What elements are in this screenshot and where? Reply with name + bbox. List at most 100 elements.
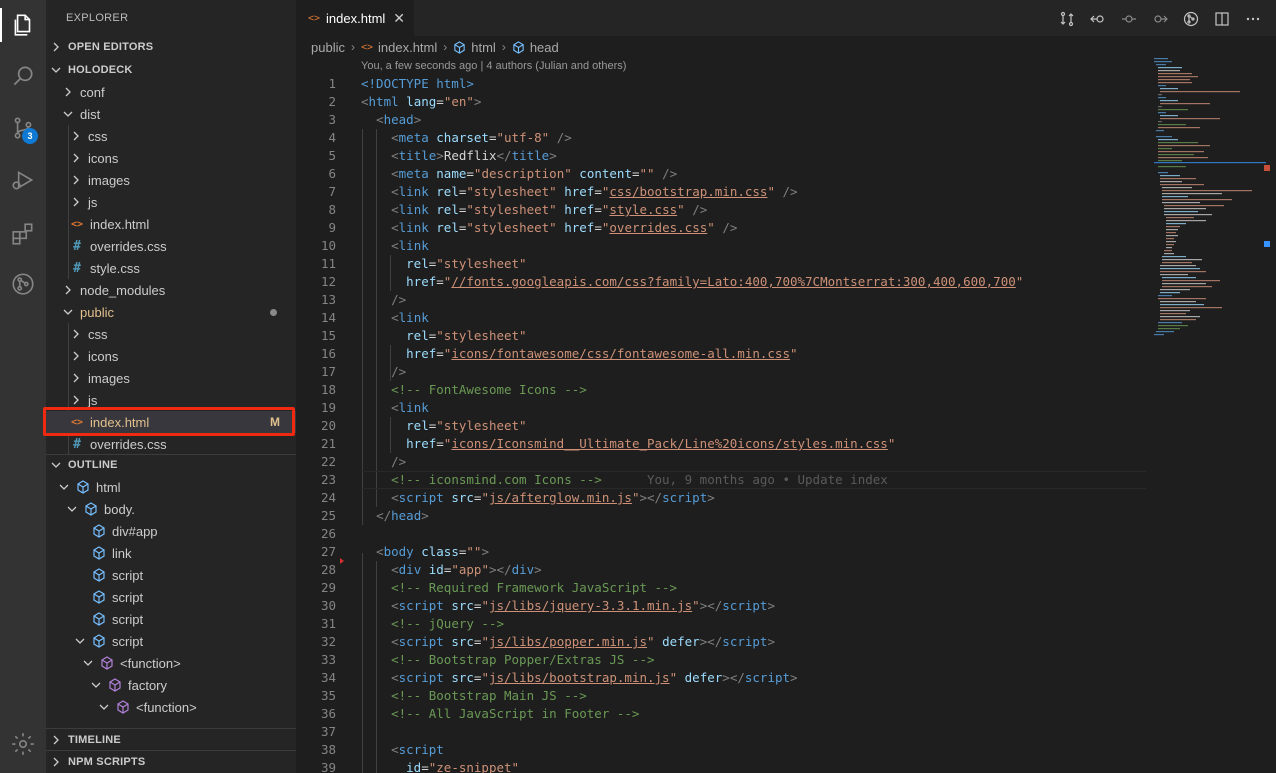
code-line: 35 <!-- Bootstrap Main JS --> — [320, 688, 587, 703]
tree-folder-public-icons[interactable]: icons — [46, 345, 296, 367]
tree-folder-dist-css[interactable]: css — [46, 125, 296, 147]
html-file-icon: <> — [308, 12, 321, 24]
open-editors-header[interactable]: OPEN EDITORS — [46, 36, 296, 58]
html-file-icon: <> — [70, 218, 84, 230]
tree-folder-node-modules[interactable]: node_modules — [46, 279, 296, 301]
code-line: 28 <div id="app"></div> — [320, 562, 542, 577]
function-symbol-icon — [108, 678, 122, 692]
breadcrumb-html[interactable]: html — [471, 40, 496, 55]
code-line: 24 <script src="js/afterglow.min.js"></s… — [320, 490, 715, 505]
chevron-down-icon — [58, 481, 70, 493]
outline-item-div-app[interactable]: div#app — [46, 520, 296, 542]
code-line: 11 rel="stylesheet" — [320, 256, 527, 271]
code-line: 14 <link — [320, 310, 429, 325]
tree-folder-conf[interactable]: conf — [46, 81, 296, 103]
minimap[interactable] — [1146, 58, 1266, 773]
code-line: 2 <html lang="en"> — [328, 94, 482, 109]
tree-folder-dist-js[interactable]: js — [46, 191, 296, 213]
outline-item-factory[interactable]: factory — [46, 674, 296, 696]
outline-header[interactable]: OUTLINE — [46, 454, 296, 476]
outline-item-html[interactable]: html — [46, 476, 296, 498]
code-editor[interactable]: You, a few seconds ago | 4 authors (Juli… — [296, 58, 1146, 773]
tab-bar: <> index.html ✕ — [296, 0, 1276, 36]
chevron-right-icon — [70, 372, 82, 384]
previous-revision-icon[interactable] — [1088, 9, 1107, 28]
settings-gear-icon[interactable] — [7, 728, 39, 760]
tree-file-dist-index-html[interactable]: <> index.html — [46, 213, 296, 235]
code-line: 1 <!DOCTYPE html> — [328, 76, 474, 91]
code-line: 20 rel="stylesheet" — [320, 418, 527, 433]
next-revision-icon[interactable] — [1150, 9, 1169, 28]
open-changes-icon[interactable] — [1057, 9, 1076, 28]
outline-item-script[interactable]: script — [46, 564, 296, 586]
close-icon[interactable]: ✕ — [393, 10, 405, 27]
element-symbol-icon — [92, 524, 106, 538]
minimap-preview — [1154, 58, 1266, 336]
element-symbol-icon — [92, 634, 106, 648]
code-line: 18 <!-- FontAwesome Icons --> — [320, 382, 587, 397]
code-line: 7 <link rel="stylesheet" href="css/boots… — [328, 184, 798, 199]
extensions-icon[interactable] — [7, 218, 39, 250]
code-line: 30 <script src="js/libs/jquery-3.3.1.min… — [320, 598, 775, 613]
npm-scripts-header[interactable]: NPM SCRIPTS — [46, 751, 296, 773]
outline-item-body[interactable]: body. — [46, 498, 296, 520]
chevron-right-icon — [70, 350, 82, 362]
more-actions-icon[interactable] — [1243, 9, 1262, 28]
code-line: 36 <!-- All JavaScript in Footer --> — [320, 706, 640, 721]
chevron-right-icon: › — [443, 40, 448, 54]
sidebar-title: EXPLORER — [66, 12, 129, 24]
code-line: 3 <head> — [328, 112, 422, 127]
tree-folder-dist-icons[interactable]: icons — [46, 147, 296, 169]
source-control-badge: 3 — [22, 128, 38, 144]
chevron-right-icon — [70, 174, 82, 186]
code-line: 13 /> — [320, 292, 407, 307]
element-symbol-icon — [92, 612, 106, 626]
chevron-right-icon — [50, 756, 62, 768]
run-debug-icon[interactable] — [7, 164, 39, 196]
breadcrumb-index-html[interactable]: index.html — [378, 40, 437, 55]
code-line: 6 <meta name="description" content="" /> — [328, 166, 678, 181]
tree-file-dist-overrides-css[interactable]: # overrides.css — [46, 235, 296, 257]
function-symbol-icon — [100, 656, 114, 670]
chevron-right-icon: › — [350, 40, 355, 54]
chevron-down-icon — [74, 635, 86, 647]
tree-file-dist-style-css[interactable]: # style.css — [46, 257, 296, 279]
code-line: 21 href="icons/Iconsmind__Ultimate_Pack/… — [320, 436, 896, 451]
tab-index-html[interactable]: <> index.html ✕ — [296, 0, 414, 36]
chevron-down-icon — [66, 503, 78, 515]
tree-file-public-overrides-css[interactable]: # overrides.css — [46, 433, 296, 455]
tree-folder-public-images[interactable]: images — [46, 367, 296, 389]
chevron-right-icon — [50, 734, 62, 746]
outline-item-link[interactable]: link — [46, 542, 296, 564]
inline-blame: You, 9 months ago • Update index — [646, 472, 888, 487]
tree-folder-public-css[interactable]: css — [46, 323, 296, 345]
tree-folder-public[interactable]: public — [46, 301, 296, 323]
outline-item-script-expanded[interactable]: script — [46, 630, 296, 652]
project-header[interactable]: HOLODECK — [46, 59, 296, 81]
gitlens-icon[interactable] — [7, 268, 39, 300]
chevron-down-icon — [98, 701, 110, 713]
codelens-authors[interactable]: You, a few seconds ago | 4 authors (Juli… — [361, 60, 626, 72]
split-editor-icon[interactable] — [1212, 9, 1231, 28]
active-indicator — [0, 8, 2, 42]
breadcrumb-head[interactable]: head — [530, 40, 559, 55]
element-symbol-icon — [84, 502, 98, 516]
tree-folder-dist-images[interactable]: images — [46, 169, 296, 191]
outline-item-script[interactable]: script — [46, 586, 296, 608]
code-line: 25 </head> — [320, 508, 429, 523]
chevron-down-icon — [50, 64, 62, 76]
outline-item-function-inner[interactable]: <function> — [46, 696, 296, 718]
code-line: 4 <meta charset="utf-8" /> — [328, 130, 572, 145]
explorer-icon[interactable] — [7, 9, 39, 41]
code-line: 12 href="//fonts.googleapis.com/css?fami… — [320, 274, 1024, 289]
css-file-icon: # — [73, 238, 81, 254]
outline-item-script[interactable]: script — [46, 608, 296, 630]
search-icon[interactable] — [7, 60, 39, 92]
gitlens-blame-icon[interactable] — [1181, 9, 1200, 28]
commit-icon[interactable] — [1119, 9, 1138, 28]
breadcrumb-public[interactable]: public — [311, 40, 345, 55]
timeline-header[interactable]: TIMELINE — [46, 729, 296, 751]
tree-folder-dist[interactable]: dist — [46, 103, 296, 125]
outline-item-function[interactable]: <function> — [46, 652, 296, 674]
function-symbol-icon — [116, 700, 130, 714]
